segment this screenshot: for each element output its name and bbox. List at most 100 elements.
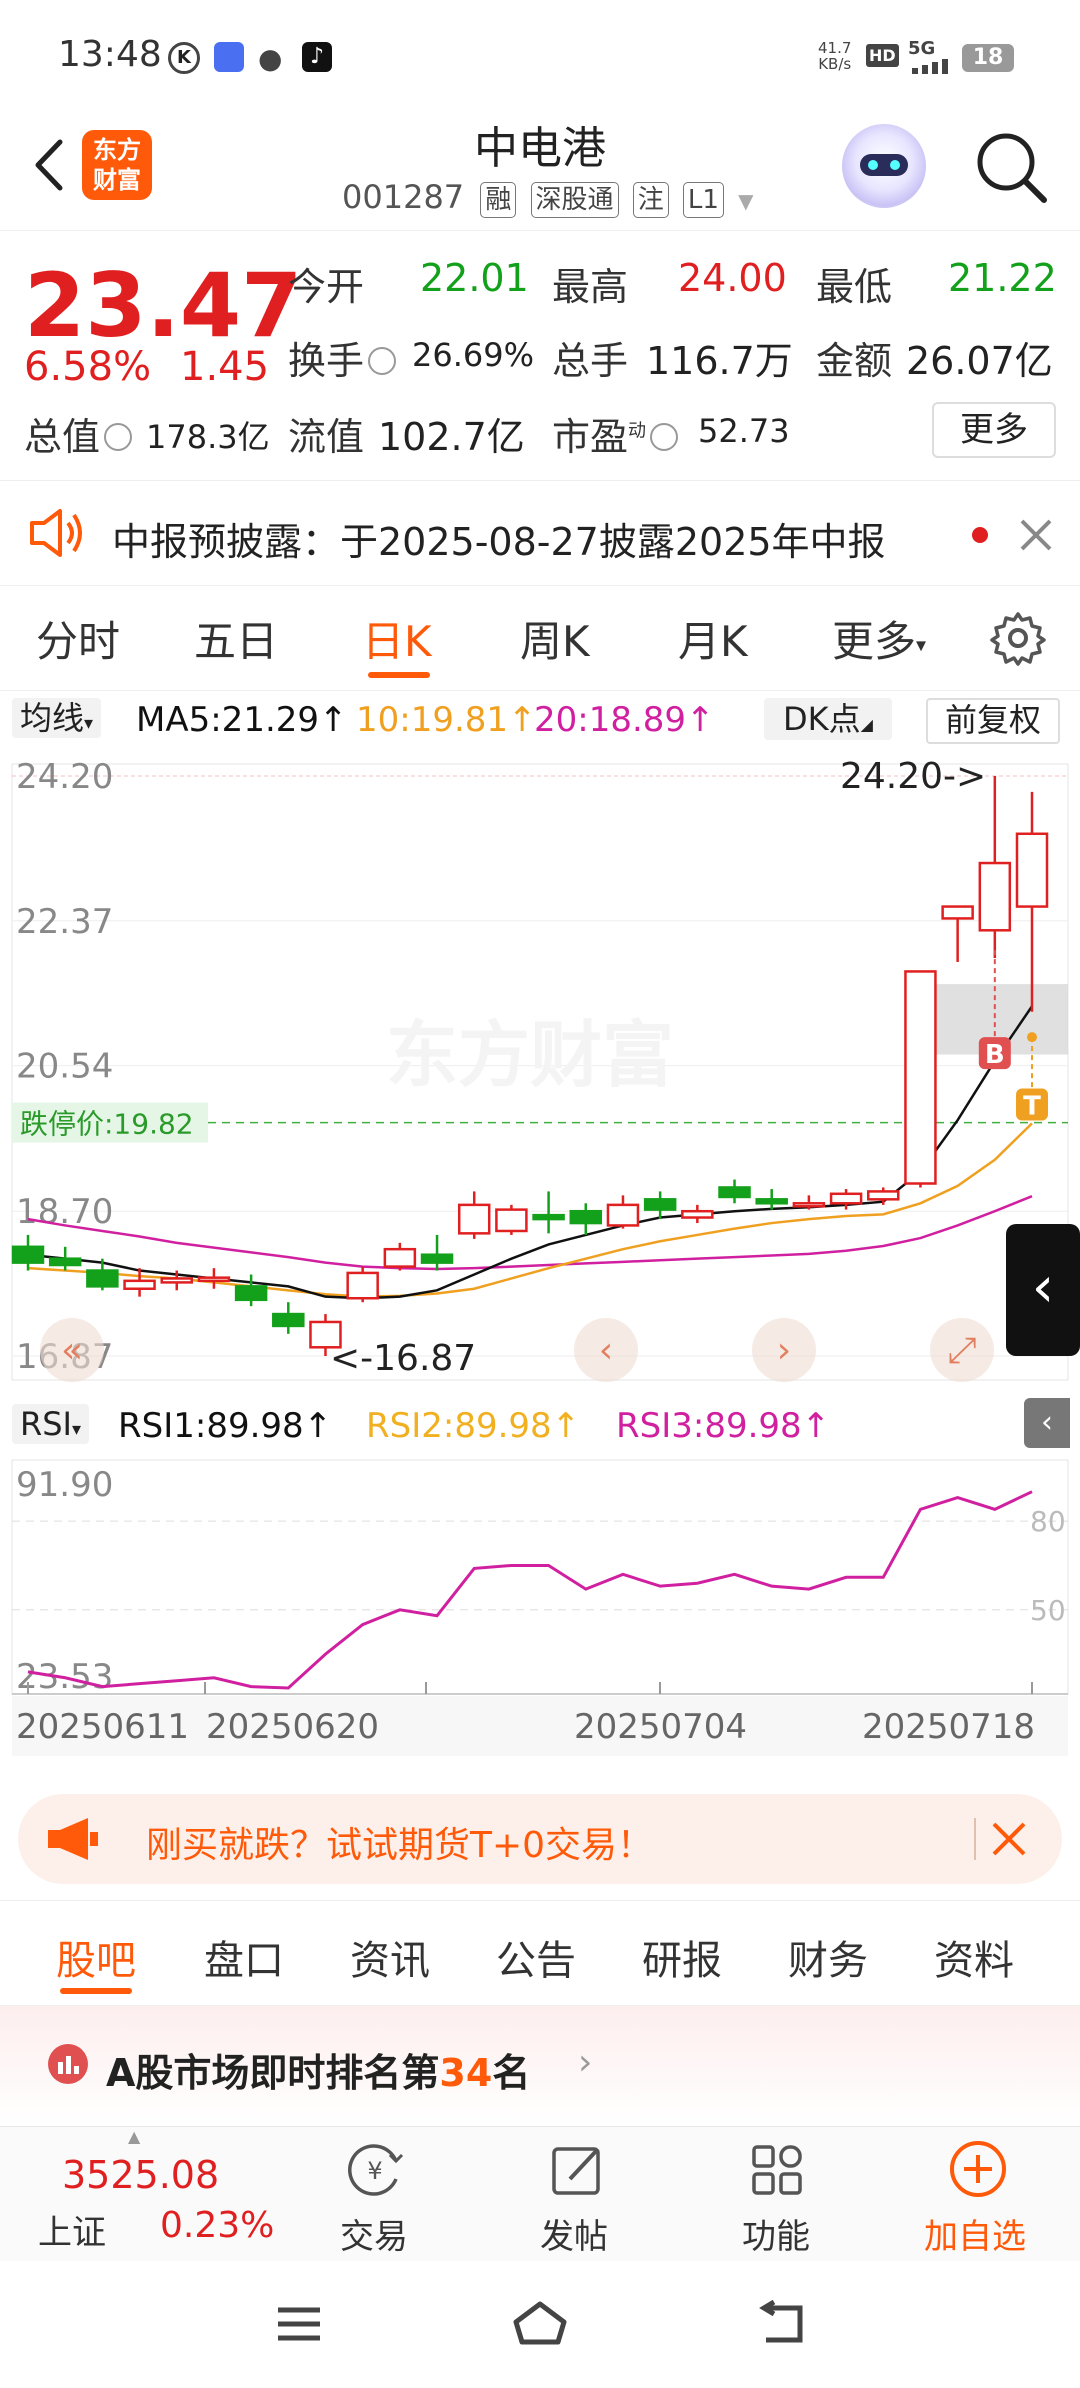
candle-body [123, 1279, 156, 1290]
pe-label: 市盈动 [552, 406, 684, 461]
candle-body [457, 1203, 491, 1235]
volume-value: 116.7万 [646, 339, 793, 383]
ma-indicator-bar: 均线▾ MA5:21.29↑ 10:19.81↑ 20:18.89↑ DK点◢ … [0, 694, 1080, 750]
expand-triangle-icon[interactable]: ▼ [738, 189, 753, 213]
ma-selector[interactable]: 均线▾ [12, 698, 102, 738]
functions-label[interactable]: 功能 [742, 2209, 810, 2258]
pe-value: 52.73 [698, 412, 790, 450]
candle-body [11, 1245, 45, 1264]
ad-banner[interactable]: 刚买就跌？试试期货T+0交易！ [18, 1794, 1062, 1884]
tab-more[interactable]: 更多▾ [832, 608, 926, 669]
rewind-icon[interactable]: « [40, 1318, 104, 1382]
info-icon[interactable] [104, 422, 133, 451]
collapse-left-icon[interactable]: ‹ [1024, 1398, 1070, 1448]
add-watchlist-label[interactable]: 加自选 [924, 2209, 1026, 2258]
mktcap-label: 总值 [24, 406, 138, 461]
date-label: 20250620 [206, 1707, 379, 1747]
tab-news[interactable]: 资讯 [350, 1928, 430, 1986]
back-nav-icon[interactable] [756, 2299, 806, 2348]
candle-body [495, 1208, 528, 1233]
rsi1-value: RSI1:89.98↑ [118, 1406, 333, 1446]
rank-banner[interactable]: A股市场即时排名第34名 › [0, 2006, 1080, 2126]
high-label: 最高 [552, 265, 629, 309]
rsi3-value: RSI3:89.98↑ [616, 1406, 831, 1446]
amount-value: 26.07亿 [906, 339, 1053, 383]
candle-body [681, 1209, 714, 1219]
post-icon[interactable] [548, 2141, 606, 2199]
add-watchlist-icon[interactable] [948, 2139, 1008, 2199]
rsi-ref-label: 50 [1030, 1594, 1066, 1627]
functions-icon[interactable] [748, 2141, 806, 2199]
tab-weekly-k[interactable]: 周K [520, 608, 590, 669]
rank-chart-icon [48, 2044, 88, 2084]
tab-five-day[interactable]: 五日 [194, 608, 278, 669]
trade-icon[interactable]: ¥ [346, 2141, 404, 2199]
post-label[interactable]: 发帖 [540, 2209, 608, 2258]
rsi-chart[interactable]: 805091.9023.5320250611 20250620 20250704 20… [0, 1456, 1080, 1776]
mktcap-value: 178.3亿 [146, 418, 270, 456]
candle-body [755, 1198, 788, 1205]
candle-body [48, 1257, 82, 1267]
trade-label[interactable]: 交易 [340, 2209, 408, 2258]
amount-label: 金额 [816, 339, 893, 383]
chevron-left-icon: ‹ [1032, 1255, 1054, 1320]
candle-body [978, 861, 1012, 932]
y-axis-label: 20.54 [16, 1047, 113, 1087]
info-icon[interactable] [368, 346, 397, 375]
expand-icon[interactable]: ⤢ [930, 1318, 994, 1382]
tab-profile[interactable]: 资料 [934, 1928, 1014, 1986]
tab-monthly-k[interactable]: 月K [678, 608, 748, 669]
change-amount: 1.45 [180, 344, 270, 390]
index-value[interactable]: 3525.08 [62, 2153, 219, 2197]
notice-bar[interactable]: 中报预披露：于2025-08-27披露2025年中报 [0, 480, 1080, 586]
ma5-value: MA5:21.29↑ [136, 700, 348, 740]
candle-body [904, 970, 937, 1185]
candle-body [272, 1312, 305, 1328]
status-bar: 13:48 K ● ♪ 41.7 KB/s HD 5G 18 [0, 0, 1080, 110]
wechat-icon: ● [258, 42, 283, 75]
tab-pankou[interactable]: 盘口 [204, 1928, 284, 1986]
tab-announcements[interactable]: 公告 [496, 1928, 576, 1986]
ad-close-icon[interactable] [990, 1820, 1028, 1858]
date-label: 20250718 [862, 1707, 1035, 1747]
robot-avatar[interactable] [842, 124, 926, 208]
chevron-right-icon: › [578, 2042, 593, 2083]
tab-guba[interactable]: 股吧 [56, 1928, 136, 1986]
price-adjust-button[interactable]: 前复权 [926, 698, 1060, 744]
candle-body [234, 1285, 268, 1302]
quote-panel: 23.47 6.58% 1.45 今开 22.01 最高 24.00 最低 21… [0, 232, 1080, 472]
battery-icon: 18 [962, 44, 1014, 72]
date-label: 20250611 [16, 1707, 189, 1747]
kline-chart[interactable]: 24.2022.3720.5418.7016.87东方财富跌停价:19.8224… [0, 750, 1080, 1390]
tiktok-icon: ♪ [302, 42, 332, 72]
prev-icon[interactable]: ‹ [574, 1318, 638, 1382]
current-price: 23.47 [24, 254, 303, 357]
tag-margin: 融 [480, 182, 517, 218]
low-value: 21.22 [948, 256, 1057, 300]
tab-research[interactable]: 研报 [642, 1928, 722, 1986]
next-icon[interactable]: › [752, 1318, 816, 1382]
menu-icon[interactable] [274, 2302, 324, 2346]
candle-body [792, 1202, 826, 1208]
y-axis-label: 22.37 [16, 902, 113, 942]
svg-text:›: › [777, 1330, 791, 1371]
notice-dot [972, 527, 988, 543]
tab-intraday[interactable]: 分时 [36, 608, 120, 669]
home-icon[interactable] [510, 2298, 570, 2348]
svg-text:¥: ¥ [367, 2157, 382, 2185]
candle-body [160, 1277, 193, 1284]
search-icon[interactable] [972, 128, 1052, 208]
close-icon[interactable] [1018, 517, 1054, 553]
date-label: 20250704 [574, 1707, 747, 1747]
info-icon[interactable] [650, 422, 679, 451]
more-button[interactable]: 更多 [932, 402, 1056, 458]
candle-body [569, 1209, 603, 1225]
dk-button[interactable]: DK点◢ [764, 698, 892, 740]
tab-daily-k[interactable]: 日K [362, 608, 432, 669]
bottom-toolbar: ▲ 3525.08 上证 0.23% ¥ 交易 发帖 功能 加自选 [0, 2126, 1080, 2261]
rsi-selector[interactable]: RSI▾ [12, 1404, 90, 1444]
candle-body [606, 1203, 640, 1227]
ma10-value: 10:19.81↑ [356, 700, 537, 740]
settings-gear-icon[interactable] [990, 610, 1046, 666]
tab-finance[interactable]: 财务 [788, 1928, 868, 1986]
